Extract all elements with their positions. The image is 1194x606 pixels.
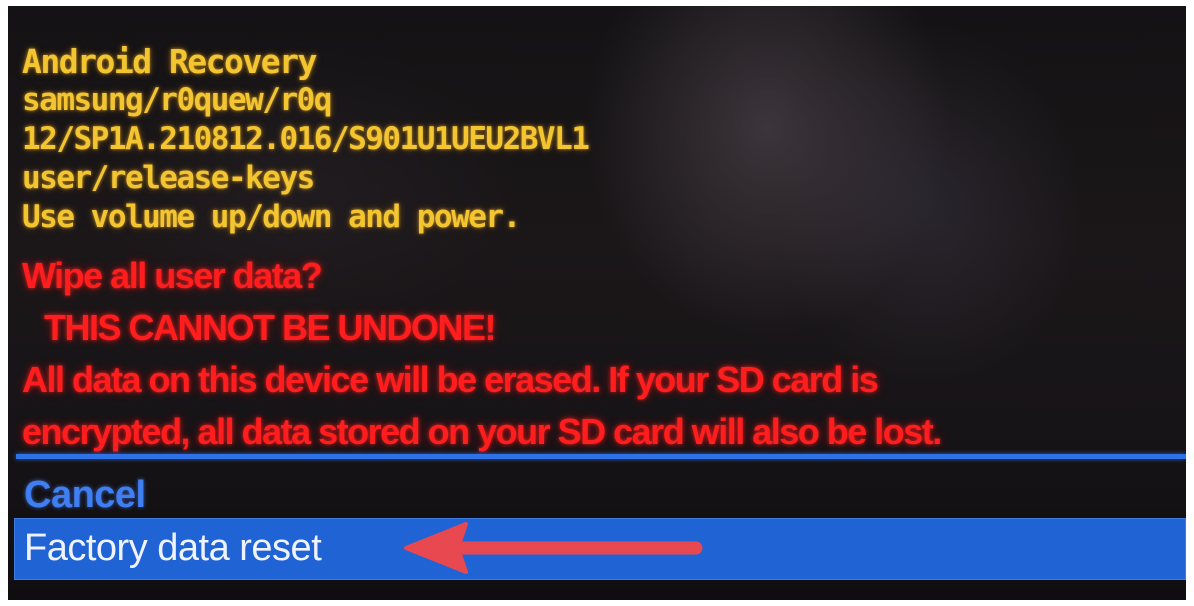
menu-divider: [16, 454, 1186, 459]
recovery-screen: Android Recovery samsung/r0quew/r0q 12/S…: [8, 6, 1186, 600]
erase-warning-line-2: encrypted, all data stored on your SD ca…: [22, 411, 942, 452]
wipe-question: Wipe all user data?: [22, 255, 323, 296]
build-id-line: 12/SP1A.210812.016/S901U1UEU2BVL1: [22, 121, 590, 157]
recovery-title: Android Recovery: [22, 42, 317, 81]
menu-item-cancel[interactable]: Cancel: [14, 470, 1186, 520]
cannot-undo-warning: THIS CANNOT BE UNDONE!: [44, 307, 496, 348]
recovery-header: Android Recovery samsung/r0quew/r0q 12/S…: [22, 42, 590, 237]
wipe-warning: Wipe all user data? THIS CANNOT BE UNDON…: [22, 250, 942, 458]
build-keys-line: user/release-keys: [22, 160, 315, 196]
instructions-line: Use volume up/down and power.: [22, 199, 521, 235]
erase-warning-line-1: All data on this device will be erased. …: [22, 359, 879, 400]
device-model-line: samsung/r0quew/r0q: [22, 82, 332, 118]
arrow-left-icon: [404, 522, 703, 574]
